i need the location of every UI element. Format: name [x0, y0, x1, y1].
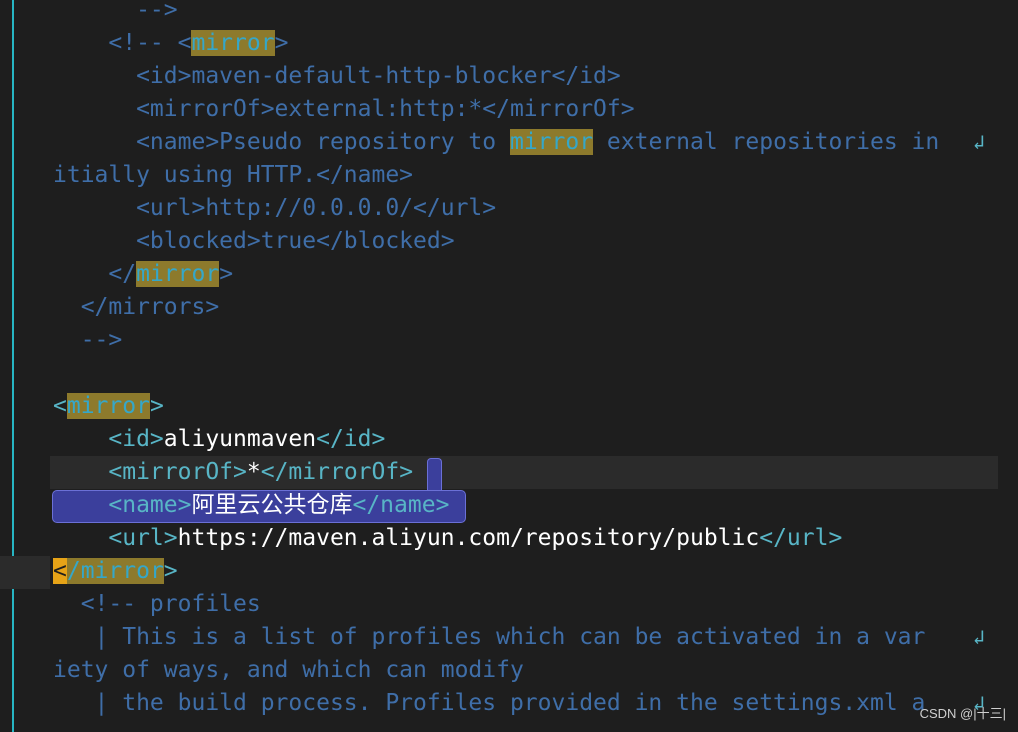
code-token: <!-- profiles — [53, 591, 261, 617]
code-line: <name>阿里云公共仓库</name> — [0, 489, 1018, 522]
code-line-text: <id>aliyunmaven</id> — [53, 423, 385, 456]
soft-wrap-icon: ↲ — [973, 625, 986, 649]
search-match: mirror — [136, 261, 220, 287]
code-line: </mirror> — [0, 258, 1018, 291]
code-line-text: itially using HTTP.</name> — [53, 159, 413, 192]
code-token: <blocked>true</blocked> — [53, 228, 455, 254]
code-line-text: </mirrors> — [53, 291, 219, 324]
code-token: 阿里云公共仓库 — [191, 492, 353, 518]
code-token: | the build process. Profiles provided i… — [53, 690, 940, 716]
code-line: --> — [0, 324, 1018, 357]
code-token: <name> — [53, 492, 192, 518]
code-line: <!-- <mirror> — [0, 27, 1018, 60]
code-line: <mirror> — [0, 390, 1018, 423]
code-line-text: <mirrorOf>*</mirrorOf> — [53, 456, 413, 489]
watermark: CSDN @|十三| — [919, 706, 1006, 721]
search-match: mirror — [66, 393, 150, 419]
code-line-text: <url>http://0.0.0.0/</url> — [53, 192, 496, 225]
code-token: https://maven.aliyun.com/repository/publ… — [177, 525, 760, 551]
code-line-text: <name>Pseudo repository to mirror extern… — [53, 126, 939, 159]
code-line: <id>aliyunmaven</id> — [0, 423, 1018, 456]
code-line: <blocked>true</blocked> — [0, 225, 1018, 258]
code-token: <mirrorOf>external:http:*</mirrorOf> — [53, 96, 635, 122]
code-token: * — [246, 459, 261, 485]
code-line-text: | This is a list of profiles which can b… — [53, 621, 939, 654]
code-token: --> — [53, 327, 123, 353]
code-line: <url>http://0.0.0.0/</url> — [0, 192, 1018, 225]
code-token: </name> — [352, 492, 450, 518]
code-token: iety of ways, and which can modify — [53, 657, 524, 683]
code-line: </mirrors> — [0, 291, 1018, 324]
code-token: aliyunmaven — [163, 426, 317, 452]
search-match: /mirror — [66, 558, 164, 584]
code-token: <id> — [53, 426, 164, 452]
code-token: <!-- < — [53, 30, 192, 56]
code-line-text: </mirror> — [53, 258, 233, 291]
code-token: > — [163, 558, 178, 584]
code-token: < — [53, 393, 67, 419]
code-token: </mirrorOf> — [260, 459, 414, 485]
code-line-text: <mirror> — [53, 390, 164, 423]
code-line: <id>maven-default-http-blocker</id> — [0, 60, 1018, 93]
code-line-text: <mirrorOf>external:http:*</mirrorOf> — [53, 93, 635, 126]
code-token: </ — [53, 261, 137, 287]
code-line: <!-- profiles — [0, 588, 1018, 621]
code-line-text: <name>阿里云公共仓库</name> — [53, 489, 449, 522]
code-line-text: <!-- <mirror> — [53, 27, 288, 60]
code-line: <url>https://maven.aliyun.com/repository… — [0, 522, 1018, 555]
code-token: <id>maven-default-http-blocker</id> — [53, 63, 621, 89]
code-line: | the build process. Profiles provided i… — [0, 687, 1018, 720]
code-line-text: <!-- profiles — [53, 588, 261, 621]
code-editor[interactable]: --> <!-- <mirror> <id>maven-default-http… — [0, 0, 1018, 732]
code-token: </url> — [759, 525, 843, 551]
code-token: <url>http://0.0.0.0/</url> — [53, 195, 497, 221]
code-token: external repositories in — [593, 129, 940, 155]
code-token: | This is a list of profiles which can b… — [53, 624, 940, 650]
search-match: mirror — [191, 30, 275, 56]
code-line: </mirror> — [0, 555, 1018, 588]
code-line: | This is a list of profiles which can b… — [0, 621, 1018, 654]
code-line: --> — [0, 0, 1018, 27]
code-line: <mirrorOf>external:http:*</mirrorOf> — [0, 93, 1018, 126]
code-line-text: <blocked>true</blocked> — [53, 225, 455, 258]
code-line-text: <id>maven-default-http-blocker</id> — [53, 60, 621, 93]
code-token: <name>Pseudo repository to — [53, 129, 510, 155]
code-token: <url> — [53, 525, 178, 551]
code-token: < — [53, 558, 67, 584]
code-line: <name>Pseudo repository to mirror extern… — [0, 126, 1018, 159]
code-line-text: | the build process. Profiles provided i… — [53, 687, 939, 720]
code-line: itially using HTTP.</name> — [0, 159, 1018, 192]
code-line: <mirrorOf>*</mirrorOf> — [0, 456, 1018, 489]
code-token: > — [274, 30, 289, 56]
code-line-text: <url>https://maven.aliyun.com/repository… — [53, 522, 842, 555]
code-token: </id> — [316, 426, 386, 452]
code-line-text: iety of ways, and which can modify — [53, 654, 524, 687]
code-line-text: --> — [53, 324, 123, 357]
code-line-text: </mirror> — [53, 555, 178, 588]
code-line: iety of ways, and which can modify — [0, 654, 1018, 687]
code-token: > — [149, 393, 164, 419]
code-token: itially using HTTP.</name> — [53, 162, 414, 188]
code-token: </mirrors> — [53, 294, 220, 320]
code-line-text: --> — [53, 0, 178, 27]
search-match: mirror — [509, 129, 594, 155]
code-token: > — [219, 261, 234, 287]
soft-wrap-icon: ↲ — [973, 130, 986, 154]
code-token: <mirrorOf> — [53, 459, 247, 485]
code-token: --> — [53, 0, 178, 23]
